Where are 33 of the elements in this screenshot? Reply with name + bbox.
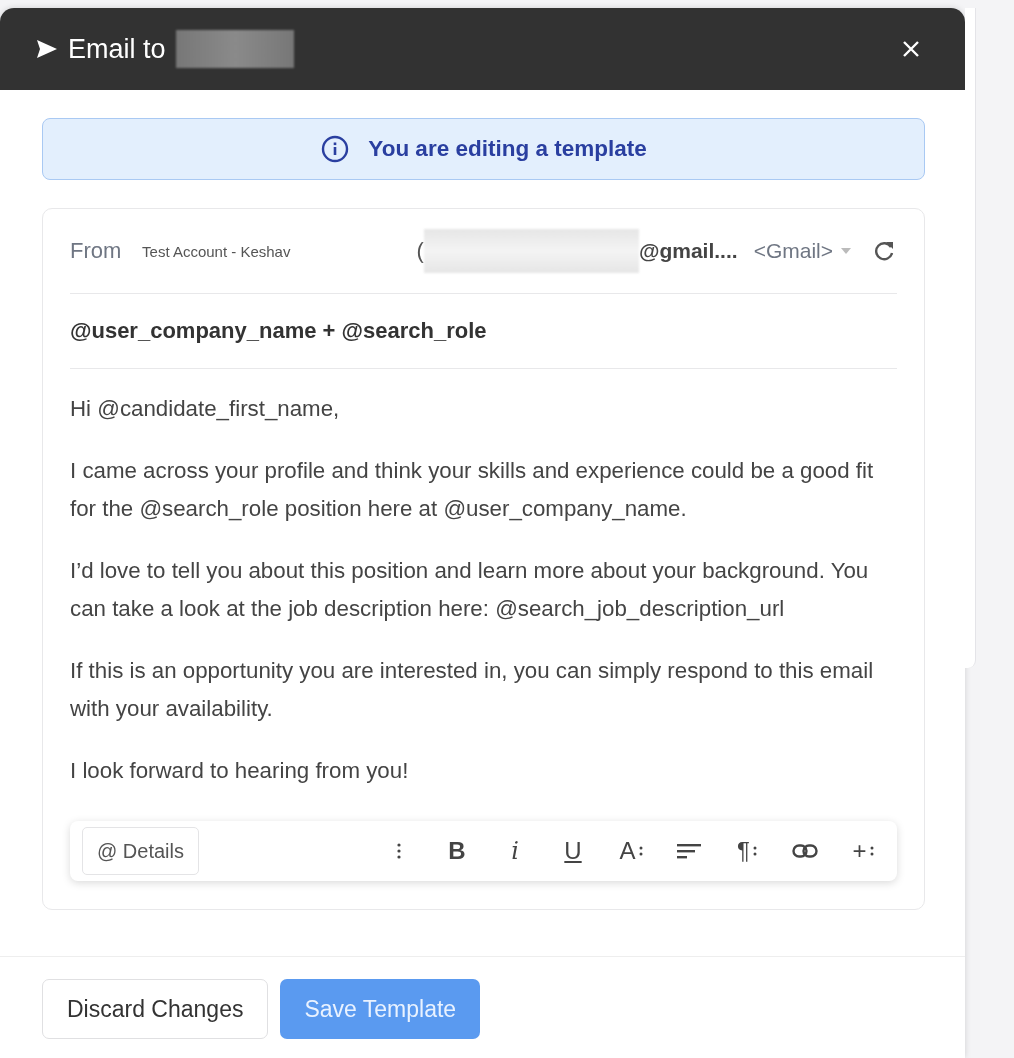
bold-button[interactable]: B: [435, 829, 479, 873]
dots-icon: [638, 844, 643, 858]
dots-icon: [752, 844, 757, 858]
subject-field[interactable]: @user_company_name + @search_role: [70, 294, 897, 369]
close-icon: [902, 40, 920, 58]
details-button[interactable]: @ Details: [82, 827, 199, 875]
italic-button[interactable]: i: [493, 829, 537, 873]
font-button[interactable]: A: [609, 829, 653, 873]
body-paragraph: I’d love to tell you about this position and learn more about your background. You can take a look at the job description here: @search_job_description_url: [70, 557, 870, 623]
refresh-icon: [873, 240, 895, 262]
provider-dropdown[interactable]: <Gmail>: [753, 239, 851, 263]
address-text: (: [416, 238, 424, 264]
body-paragraph: I look forward to hearing from you!: [70, 757, 410, 785]
provider-label: <Gmail>: [753, 239, 833, 263]
dialog-title: Email to: [68, 33, 166, 65]
insert-button[interactable]: +: [841, 829, 885, 873]
dots-icon: [869, 844, 874, 858]
caret-icon: [841, 248, 851, 254]
link-icon: [792, 844, 818, 858]
more-icon: [397, 842, 401, 860]
underline-button[interactable]: U: [551, 829, 595, 873]
body-paragraph: I came across your profile and think your skills and experience could be a good fit for the @search_role position here at @user_company_name.: [70, 457, 875, 523]
send-icon: [36, 39, 58, 59]
align-icon: [677, 843, 701, 859]
discard-button[interactable]: Discard Changes: [42, 979, 269, 1039]
body-paragraph: If this is an opportunity you are interested in, you can simply respond to this email with your availability.: [70, 657, 875, 723]
notice-text: You are editing a template: [368, 136, 647, 162]
sender-name: Test Account - Keshav: [141, 242, 292, 260]
from-label: From: [70, 238, 123, 264]
email-address: @gmail....: [638, 239, 738, 263]
paragraph-button[interactable]: ¶: [725, 829, 769, 873]
body-paragraph: Hi @candidate_first_name,: [70, 395, 341, 423]
info-icon: [320, 134, 351, 164]
